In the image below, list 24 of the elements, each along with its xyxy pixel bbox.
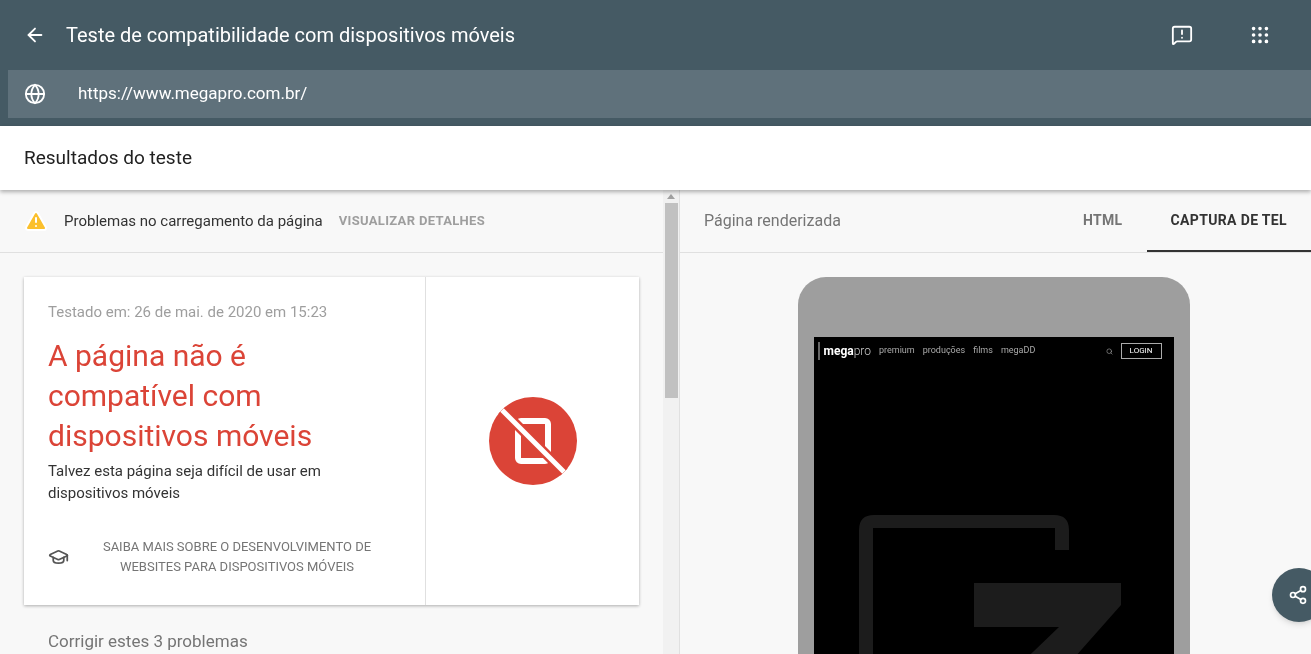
globe-icon	[24, 83, 46, 105]
tested-date: Testado em: 26 de mai. de 2020 em 15:23	[48, 302, 329, 323]
search-icon	[1105, 347, 1113, 355]
share-button[interactable]	[1272, 568, 1311, 622]
results-title: Resultados do teste	[24, 144, 192, 171]
apps-menu-icon[interactable]	[1249, 24, 1271, 46]
feedback-icon[interactable]	[1171, 24, 1193, 46]
view-details-link[interactable]: VISUALIZAR DETALHES	[338, 211, 486, 231]
scrollbar[interactable]	[663, 190, 680, 654]
issues-heading: Corrigir estes 3 problemas	[48, 629, 249, 653]
site-logo: megapro	[817, 342, 871, 360]
app-title: Teste de compatibilidade com dispositivos móveis	[66, 22, 517, 49]
url-field[interactable]: https://www.megapro.com.br/	[8, 70, 1311, 118]
preview-tab[interactable]: CAPTURA DE TEL	[1146, 190, 1311, 252]
verdict-heading: A página não é compatível com dispositivos móveis	[48, 336, 314, 455]
url-text: https://www.megapro.com.br/	[78, 82, 308, 106]
not-mobile-friendly-icon	[487, 395, 578, 486]
notice-text: Problemas no carregamento da página	[64, 210, 323, 232]
learn-more-link[interactable]: SAIBA MAIS SOBRE O DESENVOLVIMENTO DE WEBSITES PARA DISPOSITIVOS MÓVEIS	[89, 536, 385, 577]
rendered-page-label: Página renderizada	[704, 210, 842, 232]
verdict-subtitle: Talvez esta página seja difícil de usar em dispositivos móveis	[48, 460, 322, 504]
share-icon	[1288, 585, 1308, 605]
warning-icon	[24, 209, 48, 233]
preview-tab[interactable]: HTML	[1058, 190, 1147, 252]
